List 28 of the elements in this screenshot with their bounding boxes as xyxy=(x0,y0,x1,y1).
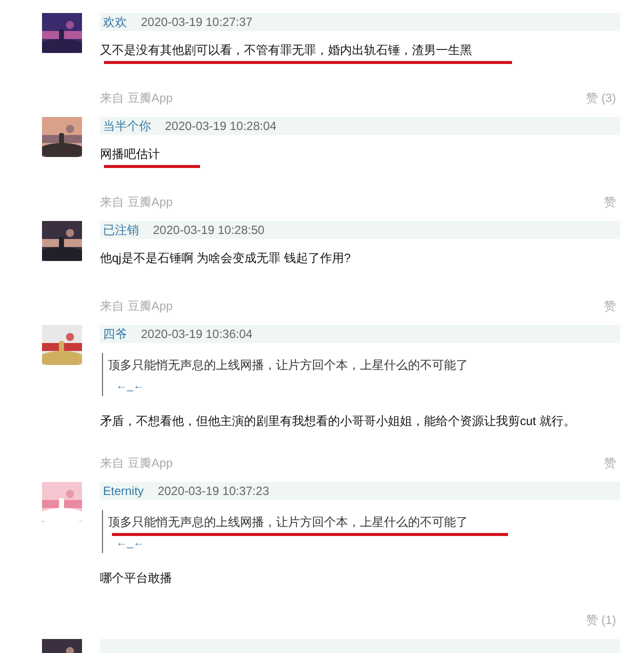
quoted-comment: 顶多只能悄无声息的上线网播，让片方回个本，上星什么的不可能了 xyxy=(108,514,468,531)
quoted-comment: 顶多只能悄无声息的上线网播，让片方回个本，上星什么的不可能了 xyxy=(108,357,468,374)
like-button[interactable]: 赞 xyxy=(604,297,616,315)
source-label: 来自 豆瓣App xyxy=(100,298,173,315)
username-link[interactable]: 四爷 xyxy=(103,325,127,343)
like-button[interactable]: 赞 xyxy=(604,454,616,472)
comment-text: 哪个平台敢播 xyxy=(100,570,172,587)
like-button[interactable]: 赞 (1) xyxy=(586,611,616,629)
like-button[interactable]: 赞 (3) xyxy=(586,89,616,107)
comment-time: 2020-03-19 10:27:37 xyxy=(141,14,252,31)
quoted-reply: ←_← xyxy=(116,379,144,393)
comment-text: 网播吧估计 xyxy=(100,146,160,163)
comment-text: 又不是没有其他剧可以看，不管有罪无罪，婚内出轨石锤，渣男一生黑 xyxy=(100,42,472,59)
comment-text: 他qj是不是石锤啊 为啥会变成无罪 钱起了作用? xyxy=(100,250,351,267)
source-label: 来自 豆瓣App xyxy=(100,455,173,472)
comment-time: 2020-03-19 10:28:04 xyxy=(165,118,276,135)
like-button[interactable]: 赞 xyxy=(604,193,616,211)
username-link[interactable]: 欢欢 xyxy=(103,13,127,31)
username-link[interactable]: 当半个你 xyxy=(103,117,151,135)
username-link[interactable]: 已注销 xyxy=(103,221,139,239)
comment-time: 2020-03-19 10:37:23 xyxy=(158,483,270,500)
comment-text: 矛盾，不想看他，但他主演的剧里有我想看的小哥哥小姐姐，能给个资源让我剪cut 就行。 xyxy=(100,413,576,430)
quoted-reply: ←_← xyxy=(116,536,144,550)
source-label: 来自 豆瓣App xyxy=(100,194,173,211)
comment-time: 2020-03-19 10:36:04 xyxy=(141,326,252,343)
username-link[interactable]: Eternity xyxy=(103,482,144,500)
comment-time: 2020-03-19 10:28:50 xyxy=(153,222,264,239)
source-label: 来自 豆瓣App xyxy=(100,90,173,107)
